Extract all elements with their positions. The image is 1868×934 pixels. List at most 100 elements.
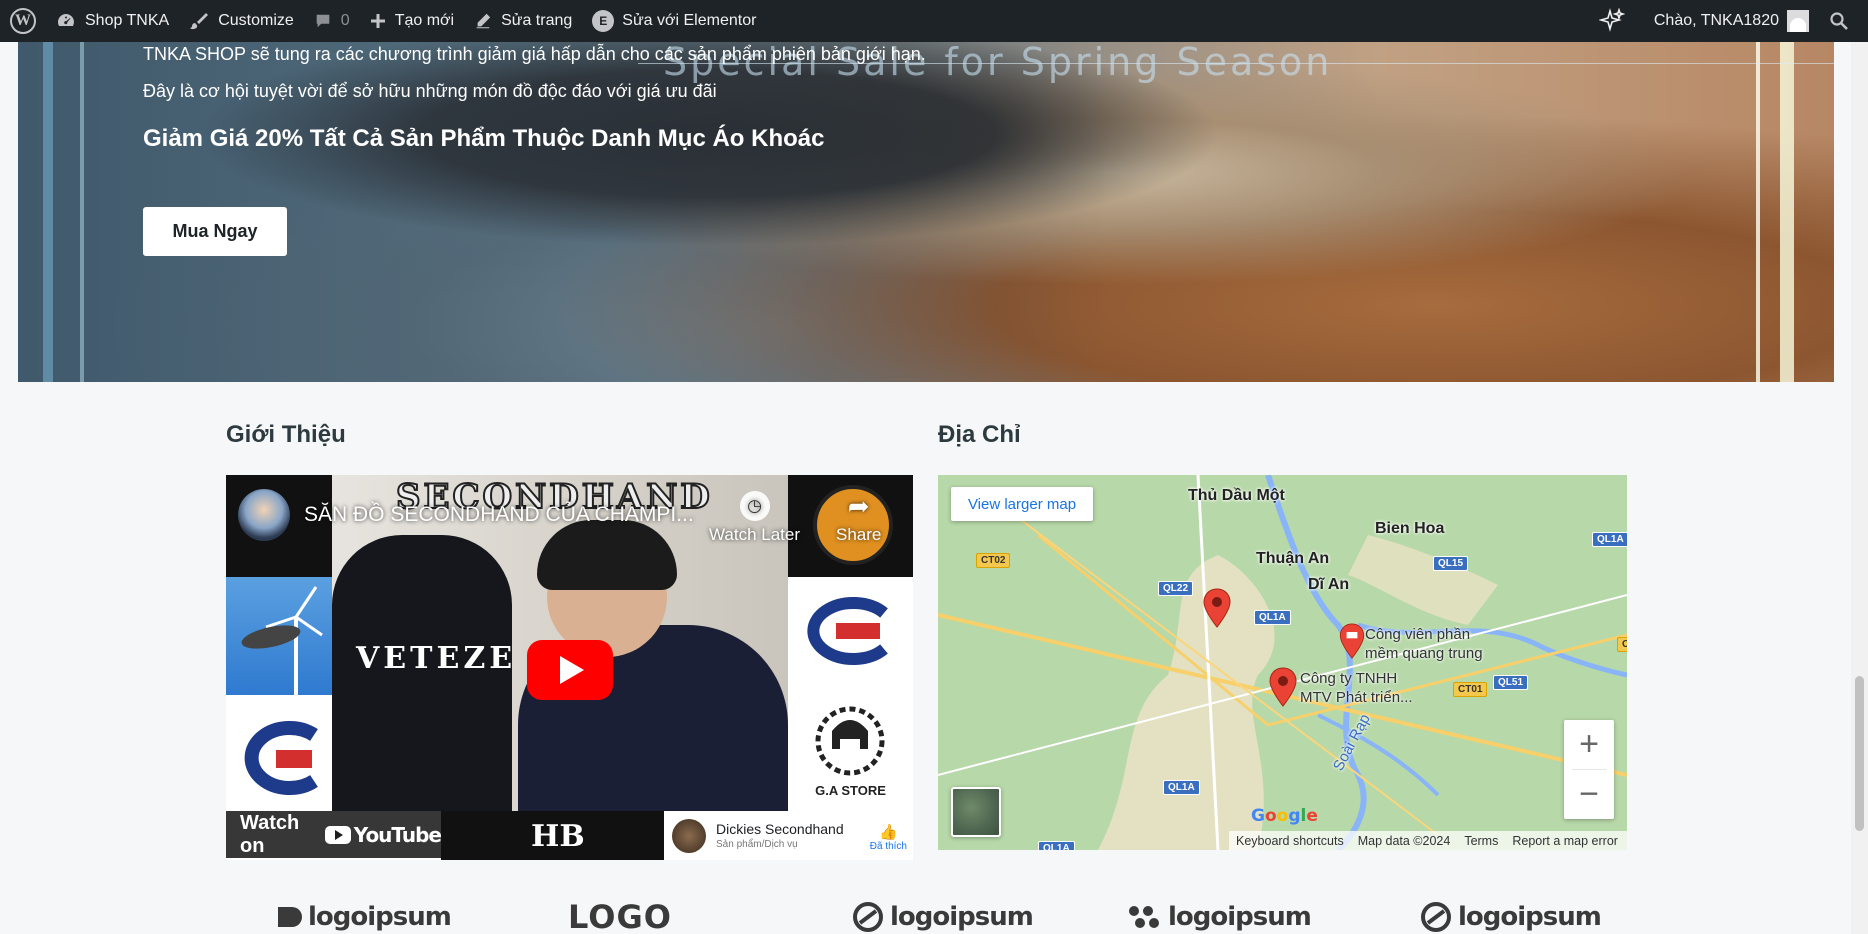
share-icon: ➦ [847, 490, 870, 521]
hero-banner: Special Sale for Spring Season TNKA SHOP… [18, 0, 1834, 382]
dashboard-icon [58, 14, 74, 26]
hotel-pin-icon[interactable] [1338, 623, 1366, 659]
watch-later-label: Watch Later [709, 525, 801, 544]
thumbs-up-icon: 👍 [879, 824, 898, 841]
thumb-tile: HB [441, 811, 664, 860]
partner-logo[interactable]: logoipsum [852, 901, 1034, 933]
logo-text: logoipsum [1168, 901, 1312, 932]
partner-logo[interactable]: logoipsum [1126, 901, 1312, 932]
hero-stripe [1780, 0, 1794, 382]
edit-page-label: Sửa trang [501, 12, 573, 29]
thumb-tile [226, 577, 332, 695]
logo-carousel: logoipsum LOGO logoipsum logoipsum logoi… [230, 898, 1630, 934]
plus-icon [370, 14, 385, 28]
map-pin-icon[interactable] [1268, 667, 1298, 707]
ai-assistant-button[interactable] [1589, 0, 1644, 42]
shirt-text: VETEZE [356, 641, 517, 676]
champion-logo [244, 721, 318, 795]
logo-text: logoipsum [890, 901, 1034, 932]
road-shield: QL22 [1158, 581, 1194, 596]
youtube-embed[interactable]: G.A STORE VETEZE SECONDHAND SĂN ĐỒ SECON… [226, 475, 913, 860]
account-menu[interactable]: Chào, TNKA1820 [1644, 0, 1819, 42]
wind-turbine-graphic [241, 586, 323, 695]
partner-logo[interactable]: logoipsum [274, 901, 452, 932]
elementor-icon: E [592, 10, 615, 32]
video-title[interactable]: SĂN ĐỒ SECONDHAND CỦA CHAMPI... [304, 503, 694, 527]
brush-icon [190, 13, 209, 30]
site-name: Shop TNKA [85, 12, 170, 29]
search-icon [1830, 12, 1848, 30]
facebook-page-card[interactable]: Dickies Secondhand Sản phẩm/Dịch vụ 👍 Đã… [664, 811, 913, 860]
logo-text: logoipsum [1458, 901, 1602, 932]
page-scrollbar[interactable] [1851, 42, 1868, 934]
search-button[interactable] [1819, 0, 1868, 42]
hero-headline: Giảm Giá 20% Tất Cả Sản Phẩm Thuộc Danh … [143, 125, 825, 152]
customize-link[interactable]: Customize [179, 0, 304, 42]
sparkle-icon [1598, 8, 1625, 32]
pencil-icon [476, 13, 491, 29]
new-content-link[interactable]: Tạo mới [360, 0, 464, 42]
logo-mark-icon [278, 906, 302, 927]
youtube-icon [324, 825, 351, 844]
hb-logo: HB [531, 819, 585, 854]
partner-logo[interactable]: LOGO [568, 898, 672, 934]
zoom-controls: + − [1564, 720, 1614, 819]
satellite-toggle[interactable] [951, 787, 1001, 837]
admin-bar: W Shop TNKA Customize 0 Tạo mới Sửa tran… [0, 0, 1868, 42]
report-error-link[interactable]: Report a map error [1505, 834, 1625, 848]
ga-store-label: G.A STORE [815, 783, 886, 798]
road-shield: QL15 [1433, 556, 1469, 571]
keyboard-shortcuts-link[interactable]: Keyboard shortcuts [1229, 834, 1351, 848]
logo-text: logoipsum [308, 901, 452, 932]
watch-later-button[interactable]: ◷ Watch Later [709, 491, 800, 545]
road-shield: QL1A [1254, 610, 1291, 625]
road-shield: QL51 [1493, 675, 1529, 690]
site-name-link[interactable]: Shop TNKA [46, 0, 179, 42]
road-shield: QL1A [1163, 780, 1200, 795]
terms-link[interactable]: Terms [1457, 834, 1505, 848]
address-heading: Địa Chỉ [938, 421, 1021, 448]
partner-logo[interactable]: logoipsum [1420, 901, 1602, 933]
wordpress-icon: W [10, 8, 36, 34]
greeting: Chào, TNKA1820 [1653, 12, 1779, 29]
watch-on-youtube-button[interactable]: Watch on YouTube [226, 811, 442, 858]
map-data-label: Map data ©2024 [1357, 833, 1451, 848]
google-map[interactable]: View larger map Thủ Dầu Một Bien Hoa Thu… [938, 475, 1627, 850]
customize-label: Customize [218, 12, 294, 29]
buy-now-button[interactable]: Mua Ngay [143, 207, 287, 256]
comments-link[interactable]: 0 [304, 0, 360, 42]
scrollbar-thumb[interactable] [1855, 676, 1864, 831]
road-shield: CT [1617, 637, 1627, 652]
edit-page-link[interactable]: Sửa trang [464, 0, 582, 42]
poi-label[interactable]: Công ty TNHH MTV Phát triển... [1300, 669, 1413, 707]
map-pin-icon[interactable] [1202, 588, 1232, 628]
zoom-out-button[interactable]: − [1564, 770, 1614, 819]
hero-stripe [80, 0, 84, 382]
play-button[interactable] [527, 640, 613, 700]
share-button[interactable]: ➦ Share [836, 491, 881, 545]
fb-page-name: Dickies Secondhand [716, 821, 844, 837]
champion-logo [807, 597, 888, 665]
place-label: Dĩ An [1308, 576, 1350, 593]
hero-description: TNKA SHOP sẽ tung ra các chương trình gi… [143, 44, 926, 101]
wordpress-menu[interactable]: W [0, 0, 46, 42]
view-larger-map-link[interactable]: View larger map [951, 487, 1093, 521]
fb-like-button[interactable]: 👍 Đã thích [870, 823, 907, 852]
place-label: Thuận An [1256, 550, 1330, 567]
google-logo: Google [1251, 806, 1318, 826]
thumb-tile [226, 695, 332, 811]
zoom-in-button[interactable]: + [1564, 720, 1614, 769]
hero-stripe [43, 0, 53, 382]
avatar [1787, 10, 1809, 32]
logo-text: LOGO [568, 897, 672, 934]
comments-count: 0 [340, 12, 350, 29]
road-shield: CT02 [976, 553, 1011, 568]
new-label: Tạo mới [394, 12, 455, 29]
share-label: Share [836, 525, 882, 544]
logo-mark-icon [1421, 901, 1451, 932]
channel-avatar[interactable] [238, 489, 290, 541]
beanie-graphic [537, 520, 677, 590]
poi-label[interactable]: Công viên phần mềm quang trung [1365, 625, 1483, 663]
fb-page-avatar [672, 818, 706, 853]
edit-elementor-link[interactable]: E Sửa với Elementor [582, 0, 766, 42]
